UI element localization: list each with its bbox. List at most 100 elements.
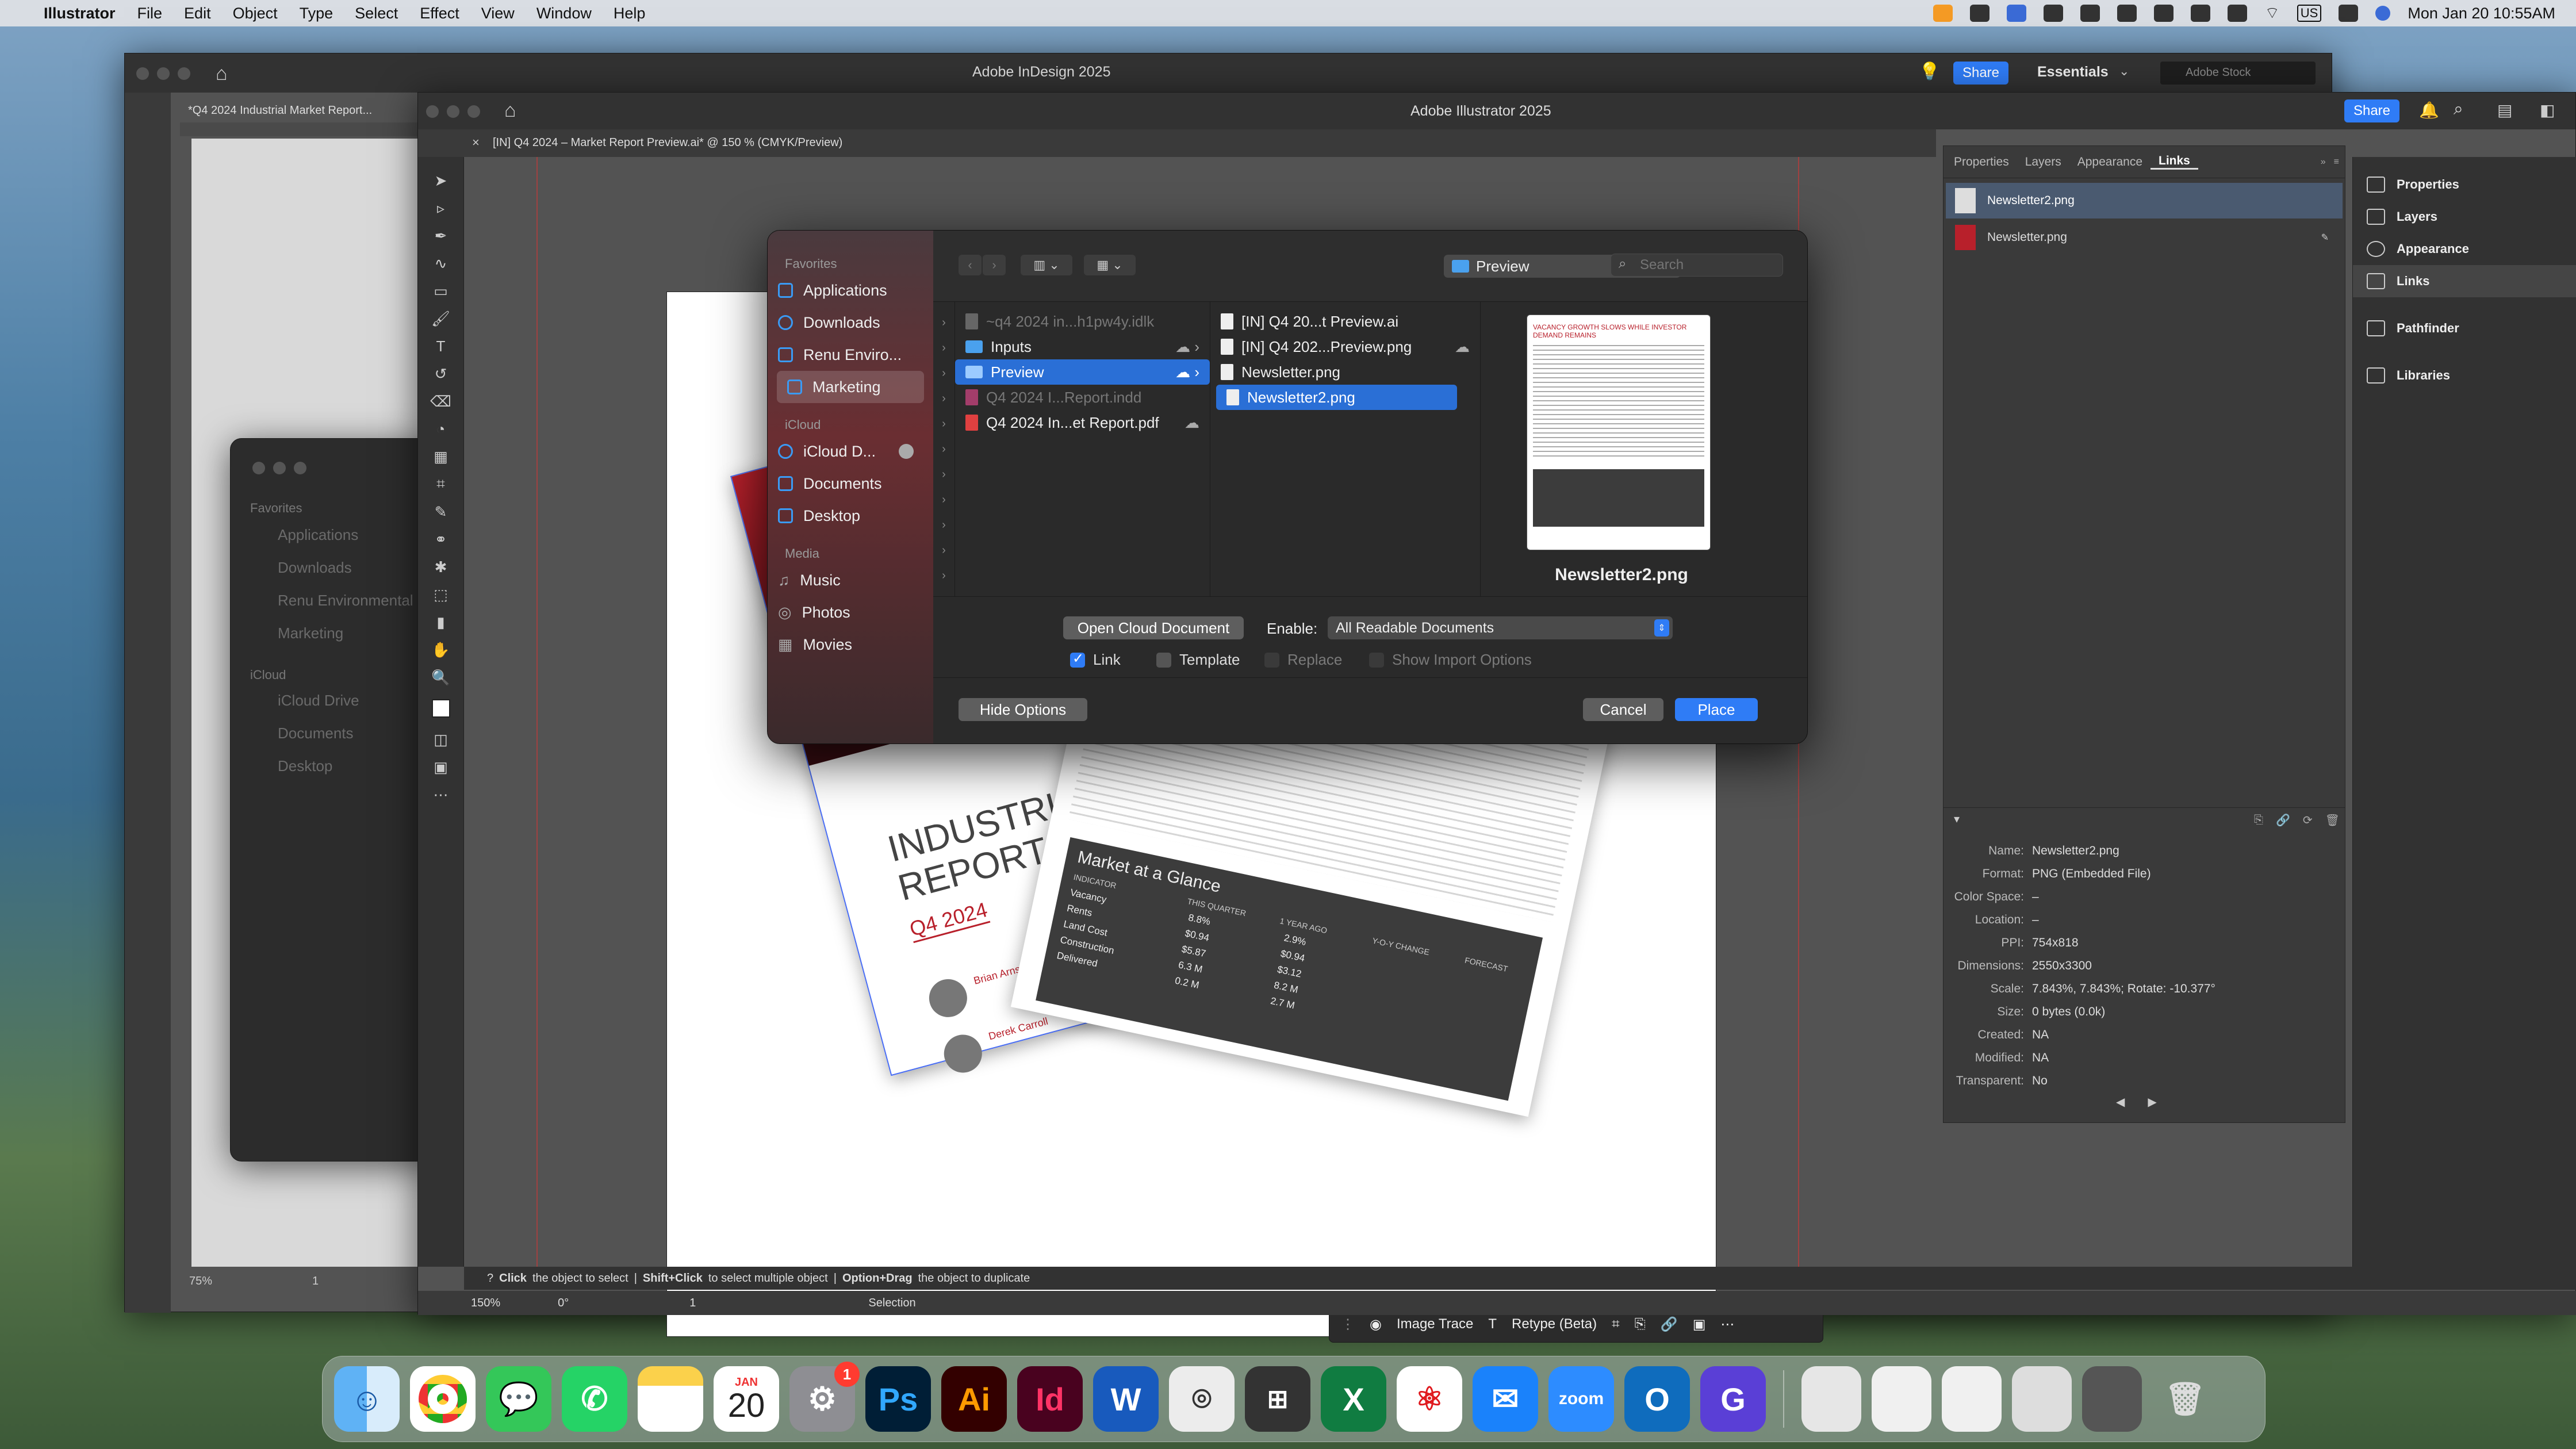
list-item[interactable]: ~q4 2024 in...h1pw4y.idlk [955,309,1210,334]
input-source[interactable]: US [2297,5,2322,22]
menu-clock[interactable]: Mon Jan 20 10:55AM [2408,5,2555,22]
home-icon[interactable]: ⌂ [216,63,228,85]
dock-notes[interactable] [638,1366,703,1432]
menu-window[interactable]: Window [536,5,592,22]
menu-file[interactable]: File [137,5,163,22]
list-item[interactable]: [IN] Q4 20...t Preview.ai [1210,309,1480,334]
bg-finder-downloads[interactable]: Downloads [250,559,413,577]
bg-finder-applications[interactable]: Applications [250,526,413,544]
zoom-field[interactable]: 150% [471,1297,500,1310]
dock-recent-window[interactable] [1801,1366,1861,1432]
embed-icon[interactable]: ⎘ [1635,1316,1646,1332]
dock-acrobat[interactable]: ⚛ [1397,1366,1462,1432]
sidebar-item-desktop[interactable]: Desktop [768,500,933,532]
fill-stroke-icon[interactable] [428,695,454,722]
dock-indesign[interactable]: Id [1017,1366,1083,1432]
symbol-sprayer-icon[interactable]: ✱ [431,557,451,577]
dock-recent-window[interactable] [1942,1366,2002,1432]
hide-options-button[interactable]: Hide Options [959,698,1087,721]
dock-grammarly[interactable]: G [1700,1366,1766,1432]
dock-calculator[interactable]: ⊞ [1245,1366,1310,1432]
edit-original-icon[interactable]: ✎ [2321,232,2329,243]
zoom-button[interactable] [294,462,306,474]
view-mode-button[interactable]: ▥ ⌄ [1021,255,1072,275]
relink-icon[interactable]: ⎘ [2254,814,2263,827]
minimize-button[interactable] [157,67,170,80]
bg-finder-desktop[interactable]: Desktop [250,757,359,775]
rectangle-tool-icon[interactable]: ▭ [431,281,451,301]
close-button[interactable] [426,105,439,118]
eraser-tool-icon[interactable]: ⌫ [430,392,451,411]
dock-outlook[interactable]: O [1624,1366,1690,1432]
curvature-tool-icon[interactable]: ∿ [431,254,451,273]
sidebar-item-marketing[interactable]: Marketing [777,371,924,403]
delete-icon[interactable]: 🗑 [2325,813,2340,827]
indesign-page[interactable]: 1 [312,1275,319,1288]
open-cloud-document-button[interactable]: Open Cloud Document [1063,616,1244,639]
pen-tool-icon[interactable]: ✒ [431,226,451,246]
rotation-field[interactable]: 0° [558,1297,569,1310]
dock-recent-window[interactable] [1872,1366,1931,1432]
sidebar-item-photos[interactable]: ◎ Photos [768,596,933,628]
selection-tool-icon[interactable]: ➤ [431,171,451,190]
info-collapse-icon[interactable]: ▾ [1954,812,1960,826]
drawing-modes-icon[interactable]: ◫ [431,730,451,749]
dock-chrome[interactable] [410,1366,476,1432]
tab-links[interactable]: Links [2150,154,2198,170]
sidebar-item-downloads[interactable]: Downloads [768,306,933,339]
panel-menu-icon[interactable]: ≡ [2334,157,2339,167]
menu-type[interactable]: Type [300,5,334,22]
update-link-icon[interactable]: ⟳ [2303,813,2313,827]
direct-selection-tool-icon[interactable]: ▹ [431,198,451,218]
more-options-icon[interactable]: ⋯ [1720,1316,1734,1333]
list-item[interactable]: Newsletter.png [1210,359,1480,385]
home-icon[interactable]: ⌂ [504,99,516,122]
menu-view[interactable]: View [481,5,515,22]
zoom-status-icon[interactable] [2007,5,2027,22]
zoom-button[interactable] [178,67,190,80]
workspace-switcher[interactable]: Essentials [2037,64,2109,80]
status-app-icon-3[interactable] [2117,5,2137,22]
artboard-field[interactable]: 1 [689,1297,696,1310]
mesh-tool-icon[interactable]: ⌗ [431,474,451,494]
eyedropper-tool-icon[interactable]: ✎ [431,502,451,522]
close-button[interactable] [136,67,149,80]
dock-messages[interactable]: 💬 [486,1366,551,1432]
adobe-stock-search[interactable]: Adobe Stock [2160,62,2316,85]
sidebar-item-music[interactable]: ♫ Music [768,564,933,596]
back-button[interactable]: ‹ [959,255,982,275]
drag-handle-icon[interactable]: ⋮ [1341,1316,1355,1333]
illustrator-share-button[interactable]: Share [2344,99,2399,122]
retype-button[interactable]: Retype (Beta) [1512,1316,1597,1332]
search-input[interactable] [1611,254,1783,277]
bg-finder-marketing[interactable]: Marketing [250,624,413,642]
rotate-tool-icon[interactable]: ↺ [431,364,451,384]
list-item[interactable]: Preview ☁ › [955,359,1210,385]
indesign-zoom[interactable]: 75% [189,1275,212,1288]
sidebar-item-icloud-drive[interactable]: iCloud D... [768,435,933,467]
crop-icon[interactable]: ⌗ [1612,1316,1620,1332]
display-icon[interactable] [2228,5,2248,22]
list-item[interactable]: Inputs ☁ › [955,334,1210,359]
dock-word[interactable]: W [1093,1366,1159,1432]
more-tools-icon[interactable]: ⋯ [431,785,451,804]
artboard-tool-icon[interactable]: ⬚ [431,585,451,604]
dock-appearance[interactable]: Appearance [2353,233,2576,265]
graph-tool-icon[interactable]: ▮ [431,612,451,632]
link-checkbox[interactable]: Link [1070,650,1121,669]
indesign-doc-tab[interactable]: *Q4 2024 Industrial Market Report... [188,104,372,117]
enable-select[interactable]: All Readable Documents ⇕ [1328,616,1673,639]
list-item[interactable]: Newsletter2.png [1216,385,1457,410]
zoom-button[interactable] [467,105,480,118]
close-tab-icon[interactable]: × [472,135,480,150]
dock-links[interactable]: Links [2353,265,2576,297]
sidebar-item-movies[interactable]: ▦ Movies [768,628,933,661]
cancel-button[interactable]: Cancel [1583,698,1663,721]
sidebar-item-applications[interactable]: Applications [768,274,933,306]
wifi-icon[interactable]: ⌔ [2264,3,2279,24]
blend-tool-icon[interactable]: ⚭ [431,530,451,549]
template-checkbox[interactable]: Template [1156,651,1240,669]
menu-select[interactable]: Select [355,5,398,22]
indesign-share-button[interactable]: Share [1953,62,2008,85]
dock-screenshot[interactable]: ⌾ [1169,1366,1235,1432]
